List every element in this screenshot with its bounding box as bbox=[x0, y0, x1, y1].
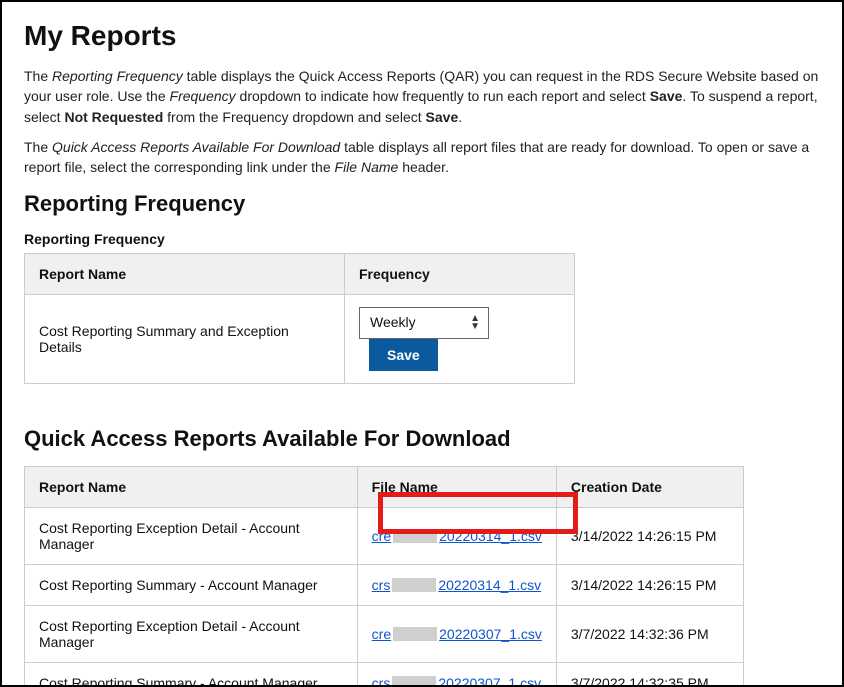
file-download-link[interactable]: crs 20220307_1.csv bbox=[372, 675, 541, 687]
frequency-select-value: Weekly bbox=[360, 308, 488, 336]
file-download-link[interactable]: cre 20220307_1.csv bbox=[372, 626, 542, 642]
redacted-segment bbox=[393, 529, 437, 543]
intro-italic: File Name bbox=[335, 159, 399, 175]
intro-text: The bbox=[24, 139, 52, 155]
intro-text: from the Frequency dropdown and select bbox=[163, 109, 425, 125]
dl-header-creation-date: Creation Date bbox=[556, 467, 743, 508]
redacted-segment bbox=[393, 627, 437, 641]
file-name-suffix: 20220314_1.csv bbox=[439, 528, 542, 544]
dl-cell-report-name: Cost Reporting Exception Detail - Accoun… bbox=[25, 606, 358, 663]
intro-paragraph-1: The Reporting Frequency table displays t… bbox=[24, 66, 820, 127]
dl-cell-file-name: crs 20220314_1.csv bbox=[357, 565, 556, 606]
reporting-frequency-table: Report Name Frequency Cost Reporting Sum… bbox=[24, 253, 575, 384]
intro-text: . bbox=[458, 109, 462, 125]
intro-italic: Quick Access Reports Available For Downl… bbox=[52, 139, 340, 155]
dl-cell-file-name: cre 20220314_1.csv bbox=[357, 508, 556, 565]
file-name-suffix: 20220307_1.csv bbox=[438, 675, 541, 687]
intro-text: The bbox=[24, 68, 52, 84]
reporting-frequency-caption: Reporting Frequency bbox=[24, 231, 820, 247]
table-row: Cost Reporting Exception Detail - Accoun… bbox=[25, 508, 744, 565]
freq-header-frequency: Frequency bbox=[345, 254, 575, 295]
intro-bold: Save bbox=[426, 109, 459, 125]
dl-cell-file-name: crs 20220307_1.csv bbox=[357, 663, 556, 687]
intro-bold: Save bbox=[650, 88, 683, 104]
table-row: Cost Reporting Summary - Account Manager… bbox=[25, 663, 744, 687]
page-title: My Reports bbox=[24, 20, 820, 52]
file-name-suffix: 20220314_1.csv bbox=[438, 577, 541, 593]
save-button[interactable]: Save bbox=[369, 339, 438, 371]
intro-text: header. bbox=[398, 159, 449, 175]
intro-bold: Not Requested bbox=[64, 109, 163, 125]
reporting-frequency-heading: Reporting Frequency bbox=[24, 191, 820, 217]
file-download-link[interactable]: cre 20220314_1.csv bbox=[372, 528, 542, 544]
file-name-prefix: cre bbox=[372, 528, 391, 544]
dl-cell-report-name: Cost Reporting Summary - Account Manager bbox=[25, 565, 358, 606]
dl-cell-report-name: Cost Reporting Summary - Account Manager bbox=[25, 663, 358, 687]
dl-header-report-name: Report Name bbox=[25, 467, 358, 508]
redacted-segment bbox=[392, 676, 436, 687]
dl-cell-creation-date: 3/7/2022 14:32:35 PM bbox=[556, 663, 743, 687]
file-download-link[interactable]: crs 20220314_1.csv bbox=[372, 577, 541, 593]
dl-cell-creation-date: 3/7/2022 14:32:36 PM bbox=[556, 606, 743, 663]
page-container: My Reports The Reporting Frequency table… bbox=[0, 0, 844, 687]
dl-cell-report-name: Cost Reporting Exception Detail - Accoun… bbox=[25, 508, 358, 565]
dl-header-file-name: File Name bbox=[357, 467, 556, 508]
freq-header-report-name: Report Name bbox=[25, 254, 345, 295]
table-row: Cost Reporting Summary and Exception Det… bbox=[25, 295, 575, 384]
intro-paragraph-2: The Quick Access Reports Available For D… bbox=[24, 137, 820, 178]
file-name-prefix: crs bbox=[372, 577, 391, 593]
download-table: Report Name File Name Creation Date Cost… bbox=[24, 466, 744, 687]
intro-italic: Frequency bbox=[170, 88, 236, 104]
file-name-suffix: 20220307_1.csv bbox=[439, 626, 542, 642]
table-row: Cost Reporting Exception Detail - Accoun… bbox=[25, 606, 744, 663]
file-name-prefix: crs bbox=[372, 675, 391, 687]
dl-cell-creation-date: 3/14/2022 14:26:15 PM bbox=[556, 565, 743, 606]
intro-italic: Reporting Frequency bbox=[52, 68, 183, 84]
select-arrows-icon: ▲▼ bbox=[470, 315, 480, 331]
redacted-segment bbox=[392, 578, 436, 592]
dl-cell-creation-date: 3/14/2022 14:26:15 PM bbox=[556, 508, 743, 565]
download-heading: Quick Access Reports Available For Downl… bbox=[24, 426, 820, 452]
table-row: Cost Reporting Summary - Account Manager… bbox=[25, 565, 744, 606]
frequency-select[interactable]: Weekly ▲▼ bbox=[359, 307, 489, 339]
intro-text: dropdown to indicate how frequently to r… bbox=[236, 88, 650, 104]
freq-row-report-name: Cost Reporting Summary and Exception Det… bbox=[25, 295, 345, 384]
freq-row-controls: Weekly ▲▼ Save bbox=[345, 295, 575, 384]
file-name-prefix: cre bbox=[372, 626, 391, 642]
dl-cell-file-name: cre 20220307_1.csv bbox=[357, 606, 556, 663]
